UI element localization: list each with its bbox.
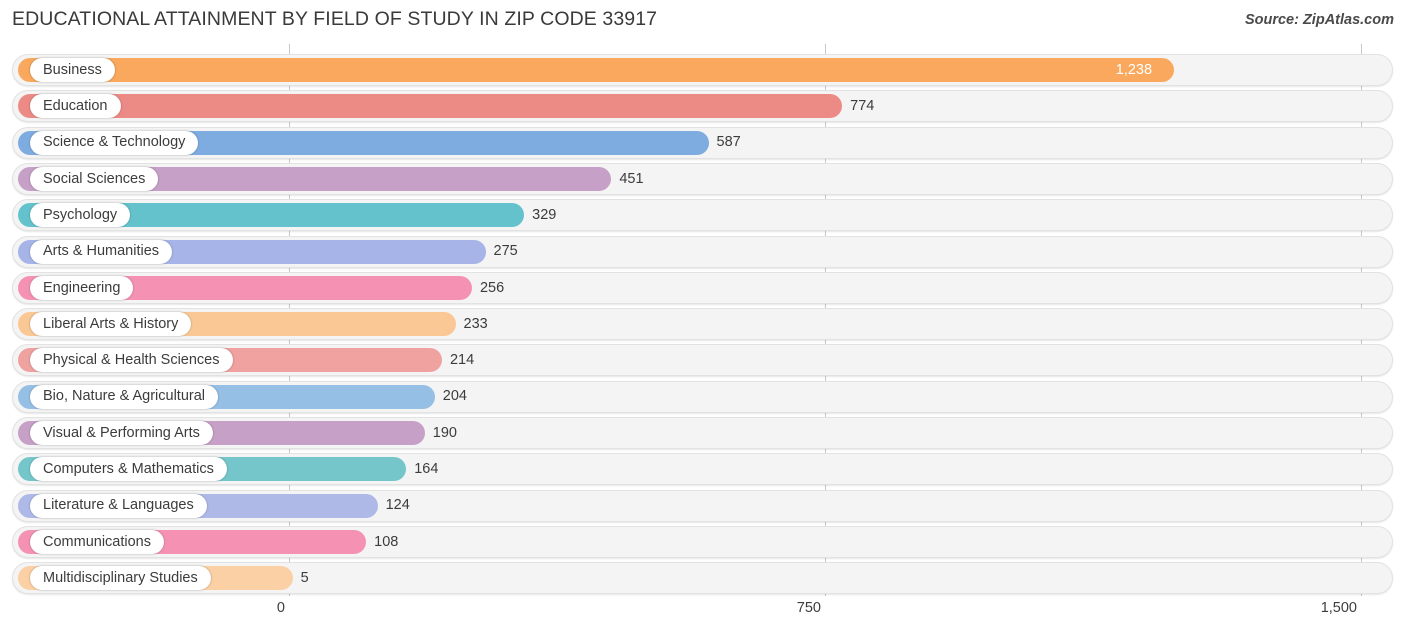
bar-label-pill: Science & Technology [30, 130, 199, 155]
chart-row: Bio, Nature & Agricultural 204 [0, 380, 1406, 417]
source-attribution: Source: ZipAtlas.com [1244, 12, 1394, 28]
bar-value-label: 5 [300, 569, 309, 586]
chart-plot-area: Business 1,238 Education 774 Science & Techn… [0, 44, 1406, 596]
bar-category-label: Literature & Languages [43, 497, 194, 514]
bar-category-label: Visual & Performing Arts [43, 424, 200, 441]
chart-row: Arts & Humanities 275 [0, 235, 1406, 272]
bar-category-label: Multidisciplinary Studies [43, 569, 198, 586]
axis-tick-label: 1,500 [1320, 600, 1357, 616]
bar-label-pill: Bio, Nature & Agricultural [30, 384, 218, 409]
bar-value-label: 214 [449, 352, 475, 369]
bar-category-label: Physical & Health Sciences [43, 352, 220, 369]
bar[interactable] [18, 94, 843, 119]
chart-row: Communications 108 [0, 525, 1406, 562]
bar-category-label: Science & Technology [43, 134, 186, 151]
bar-value-label: 164 [414, 461, 439, 478]
bar-label-pill: Education [30, 94, 121, 119]
bar-label-pill: Engineering [30, 275, 134, 300]
chart-header: EDUCATIONAL ATTAINMENT BY FIELD OF STUDY… [0, 0, 1406, 44]
chart-row: Visual & Performing Arts 190 [0, 417, 1406, 453]
bar-value-label: 329 [532, 206, 557, 223]
bar-label-pill: Physical & Health Sciences [30, 348, 233, 373]
chart-row: Physical & Health Sciences 214 [0, 344, 1406, 380]
bar-category-label: Psychology [43, 206, 118, 223]
x-axis: 0 750 1,500 [0, 596, 1406, 631]
chart-row: Literature & Languages 124 [0, 489, 1406, 526]
bar-label-pill: Business [30, 58, 115, 82]
bar-label-pill: Social Sciences [30, 166, 159, 191]
chart-row: Business 1,238 [0, 54, 1406, 90]
bar-value-label: 190 [432, 424, 457, 441]
chart-row: Engineering 256 [0, 271, 1406, 308]
chart-row: Multidisciplinary Studies 5 [0, 562, 1406, 598]
bar-category-label: Engineering [43, 279, 121, 296]
bar-value-label: 108 [374, 533, 399, 550]
bar-label-pill: Psychology [30, 203, 131, 228]
bar-value-label: 451 [619, 170, 644, 187]
bar-label-pill: Computers & Mathematics [30, 457, 227, 482]
bar-label-pill: Liberal Arts & History [30, 312, 192, 337]
bar-category-label: Liberal Arts & History [43, 315, 179, 332]
bar-value-label: 587 [716, 134, 741, 151]
chart-row: Social Sciences 451 [0, 162, 1406, 199]
bar-value-label: 124 [385, 497, 410, 514]
chart-row: Education 774 [0, 90, 1406, 126]
bar-category-label: Bio, Nature & Agricultural [43, 388, 205, 405]
chart-row: Psychology 329 [0, 199, 1406, 235]
bar-category-label: Computers & Mathematics [43, 461, 214, 478]
chart-row: Liberal Arts & History 233 [0, 308, 1406, 344]
bar-value-label: 204 [442, 388, 467, 405]
bar[interactable] [18, 58, 1174, 82]
bar-label-pill: Multidisciplinary Studies [30, 566, 211, 591]
page-title: EDUCATIONAL ATTAINMENT BY FIELD OF STUDY… [12, 8, 658, 30]
axis-tick-label: 750 [796, 600, 821, 616]
bar-label-pill: Arts & Humanities [30, 239, 173, 264]
bar-label-pill: Communications [30, 529, 164, 554]
bar-value-label: 774 [850, 98, 875, 115]
bar-category-label: Communications [43, 533, 151, 550]
bar-value-label: 233 [463, 315, 488, 332]
bar-value-label: 1,238 [1115, 61, 1153, 78]
bar-label-pill: Visual & Performing Arts [30, 421, 213, 445]
bar-category-label: Education [43, 98, 108, 115]
axis-tick-label: 0 [276, 600, 285, 616]
bar-value-label: 275 [493, 243, 518, 260]
bar-category-label: Business [43, 61, 102, 78]
bar-category-label: Arts & Humanities [43, 243, 160, 260]
bar-value-label: 256 [479, 279, 505, 296]
bar-label-pill: Literature & Languages [30, 493, 207, 518]
chart-row: Computers & Mathematics 164 [0, 453, 1406, 489]
bar-category-label: Social Sciences [43, 170, 146, 187]
chart-row: Science & Technology 587 [0, 126, 1406, 163]
